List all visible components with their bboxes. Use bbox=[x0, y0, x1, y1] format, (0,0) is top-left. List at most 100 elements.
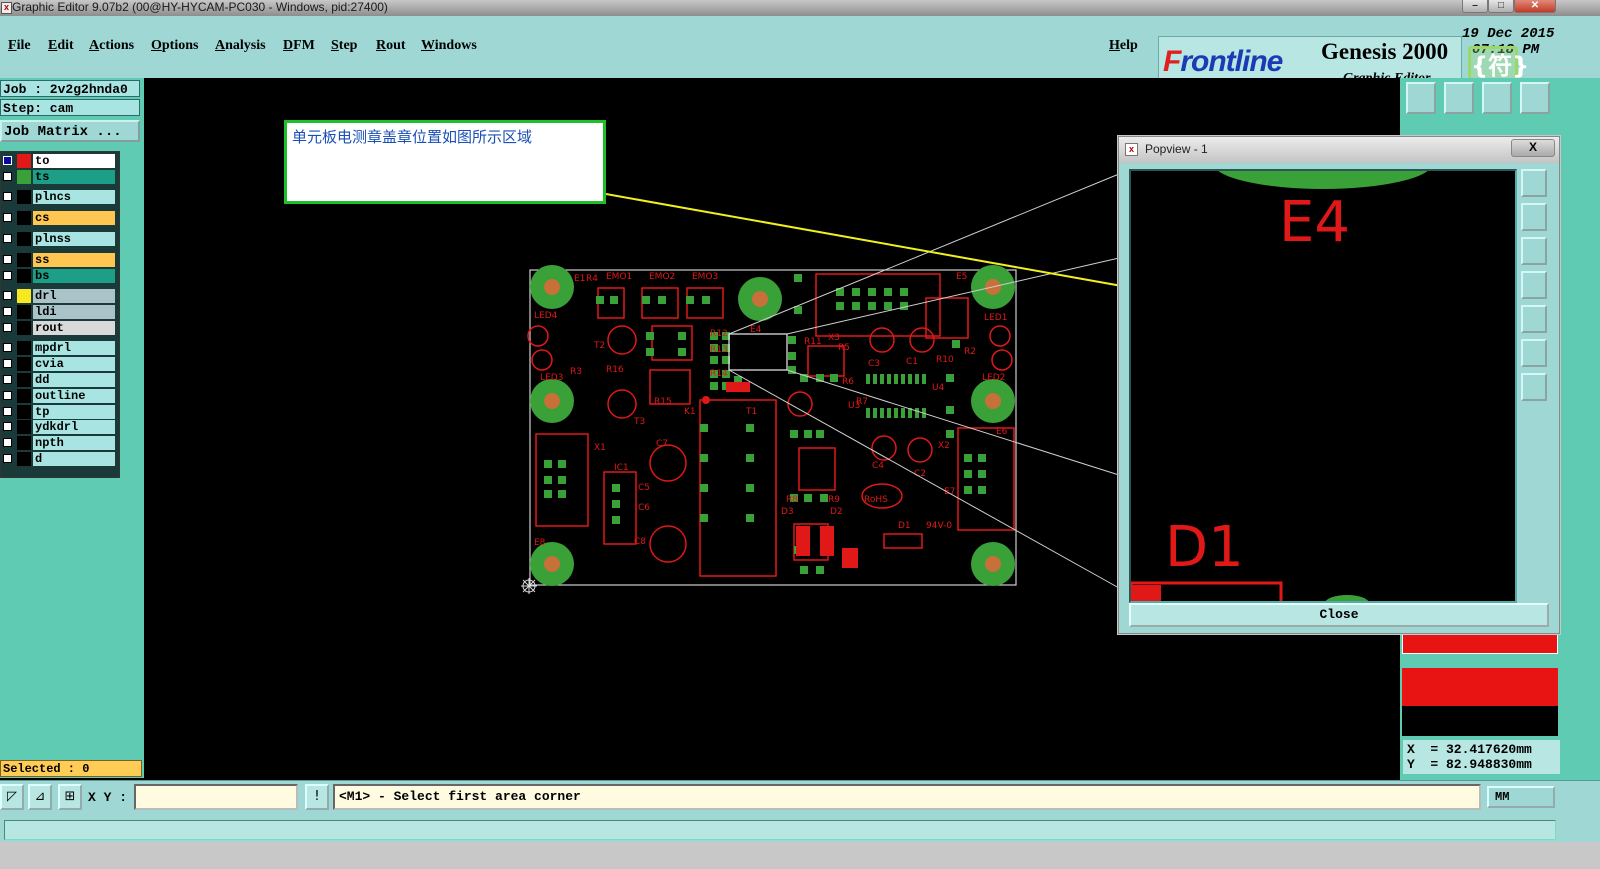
layer-name[interactable]: ldi bbox=[33, 305, 115, 319]
layer-checkbox[interactable] bbox=[3, 343, 12, 352]
maximize-button[interactable]: □ bbox=[1488, 0, 1514, 13]
layer-row[interactable]: npth bbox=[1, 436, 117, 450]
layer-name[interactable]: d bbox=[33, 452, 115, 466]
select-tool-icon[interactable]: ◸ bbox=[0, 784, 24, 810]
layer-name[interactable]: cvia bbox=[33, 357, 115, 371]
layer-row[interactable]: to bbox=[1, 154, 117, 168]
menu-file[interactable]: File bbox=[8, 38, 31, 58]
layer-color-swatch[interactable] bbox=[17, 253, 31, 267]
toolbar-home-icon[interactable] bbox=[1482, 82, 1512, 114]
layer-color-swatch[interactable] bbox=[17, 436, 31, 450]
layer-name[interactable]: drl bbox=[33, 289, 115, 303]
layer-checkbox[interactable] bbox=[3, 156, 12, 165]
layer-checkbox[interactable] bbox=[3, 192, 12, 201]
menu-actions[interactable]: Actions bbox=[89, 38, 134, 58]
measure-tool-icon[interactable]: ⊿ bbox=[28, 784, 52, 810]
menu-dfm[interactable]: DFM bbox=[283, 38, 315, 58]
menu-options[interactable]: Options bbox=[151, 38, 198, 58]
layer-checkbox[interactable] bbox=[3, 407, 12, 416]
pop-pan-right-icon[interactable] bbox=[1521, 305, 1547, 333]
close-window-button[interactable]: ✕ bbox=[1514, 0, 1556, 13]
layer-checkbox[interactable] bbox=[3, 422, 12, 431]
layer-row[interactable]: d bbox=[1, 452, 117, 466]
layer-color-swatch[interactable] bbox=[17, 321, 31, 335]
layer-row[interactable]: mpdrl bbox=[1, 341, 117, 355]
annotation-note[interactable]: 单元板电测章盖章位置如图所示区域 bbox=[284, 120, 606, 204]
layer-name[interactable]: tp bbox=[33, 405, 115, 419]
layer-row[interactable]: drl bbox=[1, 289, 117, 303]
layer-name[interactable]: outline bbox=[33, 389, 115, 403]
pop-pan-up-icon[interactable] bbox=[1521, 203, 1547, 231]
menu-help[interactable]: Help bbox=[1109, 38, 1138, 58]
xy-input[interactable] bbox=[134, 784, 298, 810]
popview-canvas[interactable]: E4 D1 bbox=[1129, 169, 1517, 603]
layer-row[interactable]: cvia bbox=[1, 357, 117, 371]
layer-color-swatch[interactable] bbox=[17, 170, 31, 184]
layer-color-swatch[interactable] bbox=[17, 211, 31, 225]
layer-checkbox[interactable] bbox=[3, 438, 12, 447]
layer-row[interactable]: ss bbox=[1, 253, 117, 267]
layer-color-swatch[interactable] bbox=[17, 305, 31, 319]
layer-name[interactable]: rout bbox=[33, 321, 115, 335]
layer-row[interactable]: ts bbox=[1, 170, 117, 184]
popview-close-icon[interactable]: X bbox=[1511, 139, 1555, 157]
menu-rout[interactable]: Rout bbox=[376, 38, 406, 58]
pop-pan-left-icon[interactable] bbox=[1521, 271, 1547, 299]
menu-windows[interactable]: Windows bbox=[421, 38, 477, 58]
layer-color-swatch[interactable] bbox=[17, 452, 31, 466]
menu-analysis[interactable]: Analysis bbox=[215, 38, 266, 58]
layer-checkbox[interactable] bbox=[3, 271, 12, 280]
layer-name[interactable]: plncs bbox=[33, 190, 115, 204]
layer-color-swatch[interactable] bbox=[17, 357, 31, 371]
layer-checkbox[interactable] bbox=[3, 172, 12, 181]
alert-icon[interactable]: ! bbox=[305, 784, 329, 810]
layer-row[interactable]: bs bbox=[1, 269, 117, 283]
layer-checkbox[interactable] bbox=[3, 307, 12, 316]
job-matrix-button[interactable]: Job Matrix ... bbox=[0, 120, 140, 142]
layer-name[interactable]: cs bbox=[33, 211, 115, 225]
layer-row[interactable]: outline bbox=[1, 389, 117, 403]
layer-name[interactable]: ss bbox=[33, 253, 115, 267]
layer-checkbox[interactable] bbox=[3, 323, 12, 332]
popview-titlebar[interactable]: x Popview - 1 X bbox=[1119, 137, 1559, 163]
layer-name[interactable]: mpdrl bbox=[33, 341, 115, 355]
layer-checkbox[interactable] bbox=[3, 291, 12, 300]
pop-zoom-fit-icon[interactable] bbox=[1521, 169, 1547, 197]
layer-row[interactable]: cs bbox=[1, 211, 117, 225]
toolbar-window-icon[interactable] bbox=[1520, 82, 1550, 114]
layer-color-swatch[interactable] bbox=[17, 420, 31, 434]
layer-color-swatch[interactable] bbox=[17, 373, 31, 387]
layer-row[interactable]: ldi bbox=[1, 305, 117, 319]
layer-name[interactable]: ydkdrl bbox=[33, 420, 115, 434]
layer-row[interactable]: tp bbox=[1, 405, 117, 419]
layer-color-swatch[interactable] bbox=[17, 405, 31, 419]
layer-color-swatch[interactable] bbox=[17, 269, 31, 283]
layer-name[interactable]: dd bbox=[33, 373, 115, 387]
layer-checkbox[interactable] bbox=[3, 454, 12, 463]
layer-name[interactable]: npth bbox=[33, 436, 115, 450]
layer-name[interactable]: plnss bbox=[33, 232, 115, 246]
layer-checkbox[interactable] bbox=[3, 234, 12, 243]
layer-color-swatch[interactable] bbox=[17, 389, 31, 403]
layer-color-swatch[interactable] bbox=[17, 289, 31, 303]
menu-step[interactable]: Step bbox=[331, 38, 357, 58]
toolbar-open-icon[interactable] bbox=[1444, 82, 1474, 114]
layer-row[interactable]: plncs bbox=[1, 190, 117, 204]
pop-pan-down-icon[interactable] bbox=[1521, 237, 1547, 265]
layer-color-swatch[interactable] bbox=[17, 232, 31, 246]
layer-row[interactable]: plnss bbox=[1, 232, 117, 246]
layer-checkbox[interactable] bbox=[3, 391, 12, 400]
layer-color-swatch[interactable] bbox=[17, 341, 31, 355]
pop-zoom-in-icon[interactable] bbox=[1521, 339, 1547, 367]
toolbar-save-icon[interactable] bbox=[1406, 82, 1436, 114]
layer-color-swatch[interactable] bbox=[17, 154, 31, 168]
layer-name[interactable]: bs bbox=[33, 269, 115, 283]
layer-row[interactable]: dd bbox=[1, 373, 117, 387]
layer-checkbox[interactable] bbox=[3, 255, 12, 264]
minimize-button[interactable]: – bbox=[1462, 0, 1488, 13]
layer-row[interactable]: rout bbox=[1, 321, 117, 335]
grid-tool-icon[interactable]: ⊞ bbox=[58, 784, 82, 810]
layer-checkbox[interactable] bbox=[3, 359, 12, 368]
layer-name[interactable]: ts bbox=[33, 170, 115, 184]
pop-zoom-out-icon[interactable] bbox=[1521, 373, 1547, 401]
